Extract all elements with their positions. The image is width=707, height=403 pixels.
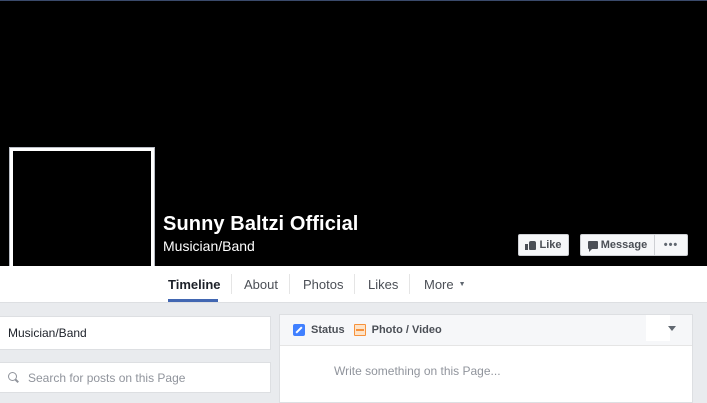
chevron-down-icon: ▼ [458,280,466,288]
like-button[interactable]: Like [518,234,569,256]
cover-top-line [0,0,707,1]
page-title[interactable]: Sunny Baltzi Official [163,213,358,236]
composer-status-tab[interactable]: Status [293,324,345,336]
tab-more-label: More [424,276,454,292]
tab-likes[interactable]: Likes [368,266,398,302]
composer-photo-label: Photo / Video [371,324,442,336]
sidebar-category-label: Musician/Band [8,326,87,340]
message-button[interactable]: Message [580,234,654,256]
page-post-search[interactable]: Search for posts on this Page [0,362,271,393]
more-options-button[interactable]: ••• [654,234,688,256]
tab-about[interactable]: About [244,266,278,302]
photo-icon [353,324,366,336]
composer-tabs: Status Photo / Video [280,315,692,346]
page-nav-bar: Timeline About Photos Likes More ▼ [0,266,707,303]
tab-about-label: About [244,276,278,292]
tab-more[interactable]: More ▼ [424,266,466,302]
nav-divider [289,274,290,294]
nav-divider [409,274,410,294]
thumbs-up-icon [525,240,537,250]
tab-likes-label: Likes [368,276,399,292]
composer-input[interactable]: Write something on this Page... [334,364,501,378]
tab-timeline-label: Timeline [168,276,221,292]
search-icon [8,372,17,381]
composer-photo-tab[interactable]: Photo / Video [353,324,442,336]
message-icon [587,241,598,252]
pencil-icon [293,324,305,336]
tab-photos-label: Photos [303,276,344,292]
ellipsis-icon: ••• [663,239,679,251]
page-category[interactable]: Musician/Band [163,238,255,254]
post-composer: Status Photo / Video Write something on … [279,314,693,403]
sidebar-category-card[interactable]: Musician/Band [0,316,271,350]
like-button-label: Like [539,239,562,251]
message-button-label: Message [600,239,648,251]
composer-blank-slot [646,315,670,341]
nav-divider [231,274,232,294]
search-input[interactable]: Search for posts on this Page [28,371,185,385]
chevron-down-icon[interactable] [668,326,676,331]
composer-status-label: Status [311,324,345,336]
tab-timeline[interactable]: Timeline [168,266,221,302]
tab-photos[interactable]: Photos [303,266,343,302]
nav-divider [354,274,355,294]
